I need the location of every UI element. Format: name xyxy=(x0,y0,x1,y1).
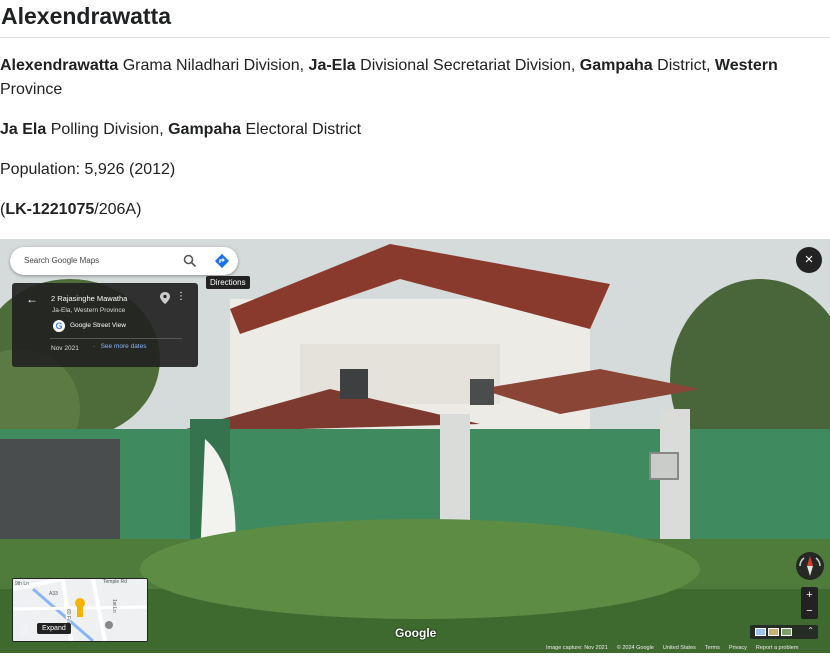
dot-separator: · xyxy=(93,343,96,350)
road-label-temple-rd: Temple Rd xyxy=(103,579,127,585)
electoral-district-name: Gampaha xyxy=(168,121,242,138)
province-name: Western xyxy=(714,57,778,74)
code-line: (LK-1221075/206A) xyxy=(0,198,800,222)
layer-thumb-terrain[interactable] xyxy=(781,628,792,636)
collapse-icon[interactable]: ⌃ xyxy=(807,626,814,635)
terms-link[interactable]: Terms xyxy=(705,645,720,651)
division-line: Alexendrawatta Grama Niladhari Division,… xyxy=(0,54,800,102)
ds-division-name: Ja-Ela xyxy=(308,57,356,74)
map-pin-icon[interactable] xyxy=(160,292,170,304)
privacy-link[interactable]: Privacy xyxy=(729,645,747,651)
layer-thumb-map[interactable] xyxy=(755,628,766,636)
road-label-9th-ln: 9th Ln xyxy=(15,581,29,587)
attribution-bar: Image capture: Nov 2021 © 2024 Google Unit… xyxy=(546,645,807,651)
search-box[interactable]: Search Google Maps xyxy=(10,247,238,275)
gn-division-name: Alexendrawatta xyxy=(0,57,119,74)
card-divider xyxy=(50,338,182,339)
gn-division-suffix: Grama Niladhari Division, xyxy=(118,57,309,74)
search-input[interactable]: Search Google Maps xyxy=(24,256,99,265)
district-name: Gampaha xyxy=(579,57,653,74)
google-g-icon: G xyxy=(53,320,65,332)
image-capture-label: Image capture: Nov 2021 xyxy=(546,645,608,651)
polling-suffix: Polling Division, xyxy=(46,121,169,138)
more-vert-icon[interactable]: ⋮ xyxy=(176,291,186,302)
polling-division-name: Ja Ela xyxy=(0,121,47,138)
gn-code: LK-1221075 xyxy=(5,201,95,218)
imagery-layers-bar[interactable]: ⌃ xyxy=(750,625,818,639)
search-icon[interactable] xyxy=(182,253,198,269)
road-label-1st-ln: 1st Ln xyxy=(111,599,117,613)
electoral-suffix: Electoral District xyxy=(241,121,362,138)
minimap[interactable]: 9th Ln 60 Feet Rd Temple Rd A33 1st Ln ⛶… xyxy=(12,578,148,642)
ds-division-suffix: Divisional Secretariat Division, xyxy=(355,57,580,74)
compass-icon[interactable] xyxy=(796,552,824,580)
address-label: 2 Rajasinghe Mawatha xyxy=(51,294,128,303)
capture-date: Nov 2021 xyxy=(51,345,79,352)
zoom-in-button[interactable]: + xyxy=(801,587,818,603)
polling-line: Ja Ela Polling Division, Gampaha Elector… xyxy=(0,118,800,142)
population-line: Population: 5,926 (2012) xyxy=(0,161,176,178)
code-rest: /206A) xyxy=(94,201,142,218)
expand-tooltip: Expand xyxy=(37,623,71,634)
area-label: Ja-Ela, Western Province xyxy=(52,307,126,314)
location-info-card: ← 2 Rajasinghe Mawatha Ja-Ela, Western P… xyxy=(12,283,198,367)
see-more-dates-text[interactable]: See more dates xyxy=(101,343,147,350)
provider-label: Google Street View xyxy=(70,322,126,329)
close-icon[interactable]: × xyxy=(796,247,822,273)
expand-icon[interactable]: ⛶ xyxy=(21,625,31,635)
see-more-dates-link[interactable]: · See more dates xyxy=(93,343,146,350)
district-suffix: District, xyxy=(652,57,715,74)
directions-icon[interactable] xyxy=(214,253,230,269)
layer-thumb-satellite[interactable] xyxy=(768,628,779,636)
zoom-out-button[interactable]: − xyxy=(801,603,818,619)
street-view-panel[interactable]: Search Google Maps Directions × ← 2 Raja… xyxy=(0,239,830,653)
page-title: Alexendrawatta xyxy=(0,0,830,38)
google-logo: Google xyxy=(395,626,437,640)
report-problem-link[interactable]: Report a problem xyxy=(756,645,799,651)
minimap-roads: 9th Ln 60 Feet Rd Temple Rd A33 1st Ln xyxy=(13,579,147,641)
copyright-label: © 2024 Google xyxy=(616,645,654,651)
back-arrow-icon[interactable]: ← xyxy=(26,292,38,306)
province-suffix: Province xyxy=(0,81,63,98)
road-label-a33: A33 xyxy=(49,591,58,597)
directions-tooltip: Directions xyxy=(206,276,250,289)
country-link[interactable]: United States xyxy=(663,645,696,651)
